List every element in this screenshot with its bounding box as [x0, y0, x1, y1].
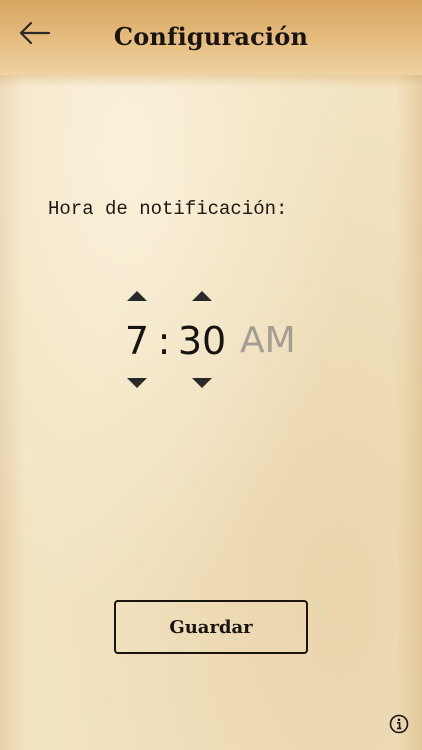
info-button[interactable] — [388, 713, 410, 735]
triangle-down-icon — [192, 378, 212, 388]
time-separator: : — [157, 319, 171, 363]
minute-value[interactable]: 30 — [174, 318, 230, 364]
notification-time-label: Hora de notificación: — [48, 198, 288, 220]
hour-value[interactable]: 7 — [122, 318, 152, 364]
info-icon — [389, 714, 409, 734]
app-header: Configuración — [0, 0, 422, 87]
period-toggle[interactable]: AM — [240, 318, 296, 364]
minute-down-button[interactable] — [191, 377, 213, 389]
page-title: Configuración — [113, 22, 309, 51]
hour-up-button[interactable] — [126, 290, 148, 302]
triangle-up-icon — [192, 291, 212, 301]
hour-down-button[interactable] — [126, 377, 148, 389]
triangle-up-icon — [127, 291, 147, 301]
save-button-label: Guardar — [169, 616, 253, 638]
save-button[interactable]: Guardar — [114, 600, 308, 654]
minute-up-button[interactable] — [191, 290, 213, 302]
triangle-down-icon — [127, 378, 147, 388]
